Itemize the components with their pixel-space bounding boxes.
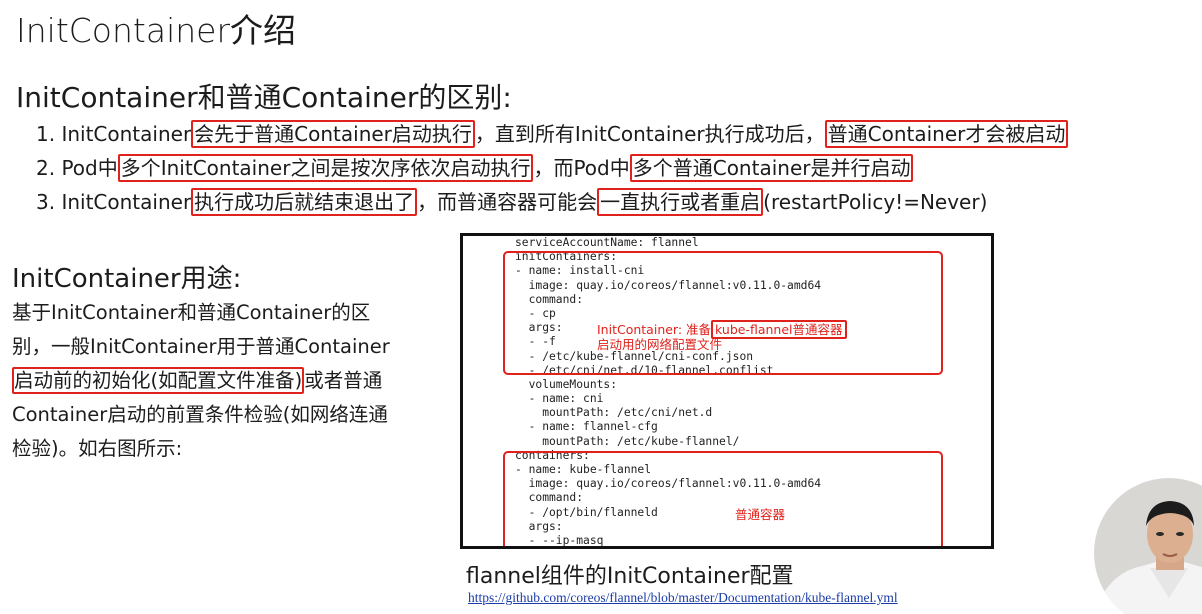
presenter-video — [1094, 478, 1202, 614]
highlight-box: 多个普通Container是并行启动 — [629, 154, 914, 182]
slide-title: InitContainer介绍 — [16, 11, 297, 50]
yaml-screenshot: serviceAccountName: flannel initContainer… — [460, 233, 994, 549]
usage-paragraph: 基于InitContainer和普通Container的区别，一般InitCon… — [12, 301, 390, 460]
point-3: 3. InitContainer 执行成功后就结束退出了 ，而普通容器可能会 一直执行… — [36, 188, 988, 216]
code-line: - name: cni — [515, 392, 604, 406]
highlight-box: 普通Container才会被启动 — [824, 120, 1069, 148]
point-2: 2. Pod中 多个InitContainer之间是按次序依次启动执行 ，而Pod中… — [36, 154, 914, 182]
code-line: mountPath: /etc/kube-flannel/ — [515, 434, 740, 448]
highlight-box: kube-flannel普通容器 — [711, 320, 847, 339]
highlight-box: 会先于普通Container启动执行 — [191, 120, 475, 148]
code-line: serviceAccountName: flannel — [515, 236, 699, 249]
highlight-box: 执行成功后就结束退出了 — [191, 188, 418, 216]
code-line: - name: flannel-cfg — [515, 420, 658, 434]
figure-caption: flannel组件的InitContainer配置 — [466, 564, 794, 589]
init-containers-box — [503, 251, 943, 375]
code-line: volumeMounts: — [515, 377, 618, 391]
highlight-box: 一直执行或者重启 — [597, 188, 764, 216]
containers-box — [503, 451, 943, 546]
code-line: mountPath: /etc/cni/net.d — [515, 406, 713, 420]
highlight-box: 启动前的初始化(如配置文件准备) — [12, 367, 305, 394]
usage-heading: InitContainer用途: — [12, 264, 242, 294]
code-line: - --kube-subnet-mgr — [515, 548, 821, 549]
point-1: 1. InitContainer 会先于普通Container启动执行 ，直到所有I… — [36, 120, 1069, 148]
init-container-note: InitContainer: 准备 kube-flannel普通容器 启动用的网络… — [597, 320, 847, 352]
presenter-silhouette-icon — [1094, 501, 1202, 614]
diff-heading: InitContainer和普通Container的区别: — [16, 81, 512, 114]
source-link[interactable]: https://github.com/coreos/flannel/blob/m… — [468, 590, 898, 606]
normal-container-note: 普通容器 — [735, 507, 786, 522]
highlight-box: 多个InitContainer之间是按次序依次启动执行 — [117, 154, 534, 182]
